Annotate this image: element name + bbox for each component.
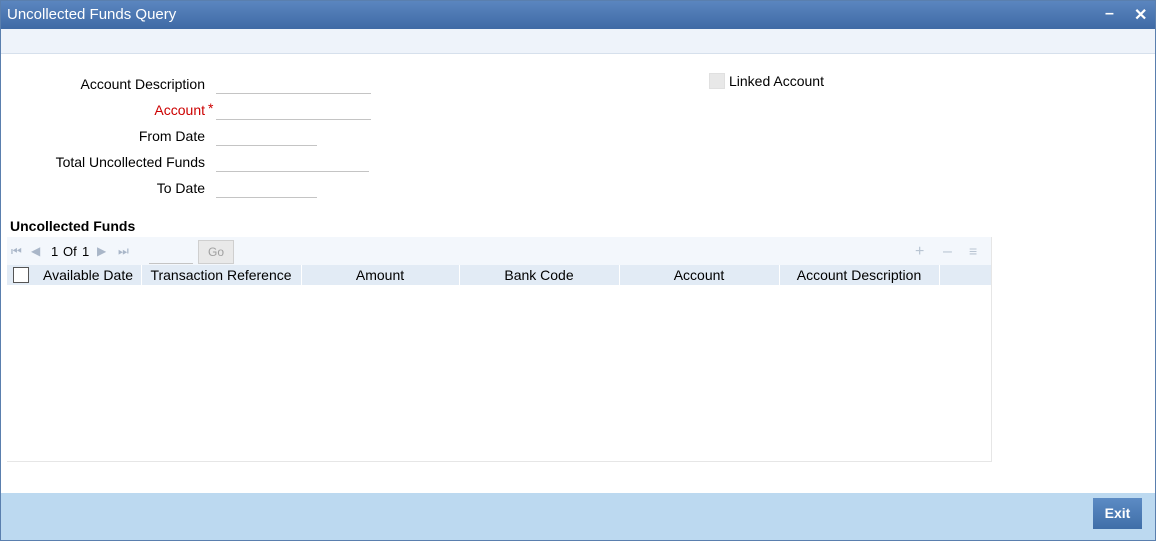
uncollected-funds-section-title: Uncollected Funds: [10, 218, 136, 234]
grid-header-row: Available Date Transaction Reference Amo…: [7, 265, 991, 285]
close-icon[interactable]: ✕: [1134, 5, 1147, 25]
go-button[interactable]: Go: [198, 240, 234, 264]
account-label: Account: [154, 102, 205, 118]
pager-current-page: 1: [51, 244, 59, 259]
pager-of-label: Of: [63, 244, 77, 259]
column-bank-code[interactable]: Bank Code: [459, 265, 620, 285]
to-date-label: To Date: [156, 180, 205, 196]
grid-pager: ⏮ ◀ 1 Of 1 ▶ ⏭ Go + – ≡: [7, 237, 991, 265]
window-title: Uncollected Funds Query: [7, 6, 177, 23]
uncollected-funds-grid: ⏮ ◀ 1 Of 1 ▶ ⏭ Go + – ≡ Available Date T…: [7, 237, 992, 462]
last-page-icon[interactable]: ⏭: [118, 244, 129, 259]
single-view-icon[interactable]: ≡: [969, 243, 977, 259]
minimize-icon[interactable]: –: [1105, 5, 1114, 23]
total-uncollected-funds-label: Total Uncollected Funds: [55, 154, 205, 170]
title-bar: Uncollected Funds Query – ✕: [1, 1, 1155, 29]
linked-account-checkbox[interactable]: [709, 73, 725, 89]
from-date-label: From Date: [138, 128, 205, 144]
linked-account-label: Linked Account: [729, 73, 824, 89]
exit-button[interactable]: Exit: [1093, 498, 1142, 529]
to-date-field[interactable]: [216, 177, 317, 198]
from-date-field[interactable]: [216, 125, 317, 146]
add-row-icon[interactable]: +: [915, 243, 924, 261]
next-page-icon[interactable]: ▶: [97, 244, 106, 258]
column-transaction-reference[interactable]: Transaction Reference: [141, 265, 302, 285]
first-page-icon[interactable]: ⏮: [11, 244, 22, 259]
footer-bar: [1, 493, 1155, 540]
account-description-field[interactable]: [216, 73, 371, 94]
column-amount[interactable]: Amount: [301, 265, 460, 285]
total-uncollected-funds-field[interactable]: [216, 151, 369, 172]
pager-total-pages: 1: [82, 244, 90, 259]
account-label-wrap: Account: [25, 102, 205, 118]
required-asterisk: *: [208, 100, 214, 116]
column-account-description[interactable]: Account Description: [779, 265, 940, 285]
previous-page-icon[interactable]: ◀: [31, 244, 40, 258]
account-description-label: Account Description: [80, 76, 205, 92]
column-available-date[interactable]: Available Date: [35, 265, 142, 285]
toolbar-strip: [1, 29, 1155, 54]
uncollected-funds-window: Uncollected Funds Query – ✕ Account Desc…: [0, 0, 1156, 541]
select-all-checkbox[interactable]: [13, 267, 29, 283]
column-account[interactable]: Account: [619, 265, 780, 285]
page-number-input[interactable]: [149, 241, 193, 264]
delete-row-icon[interactable]: –: [943, 243, 952, 261]
account-field[interactable]: [216, 99, 371, 120]
